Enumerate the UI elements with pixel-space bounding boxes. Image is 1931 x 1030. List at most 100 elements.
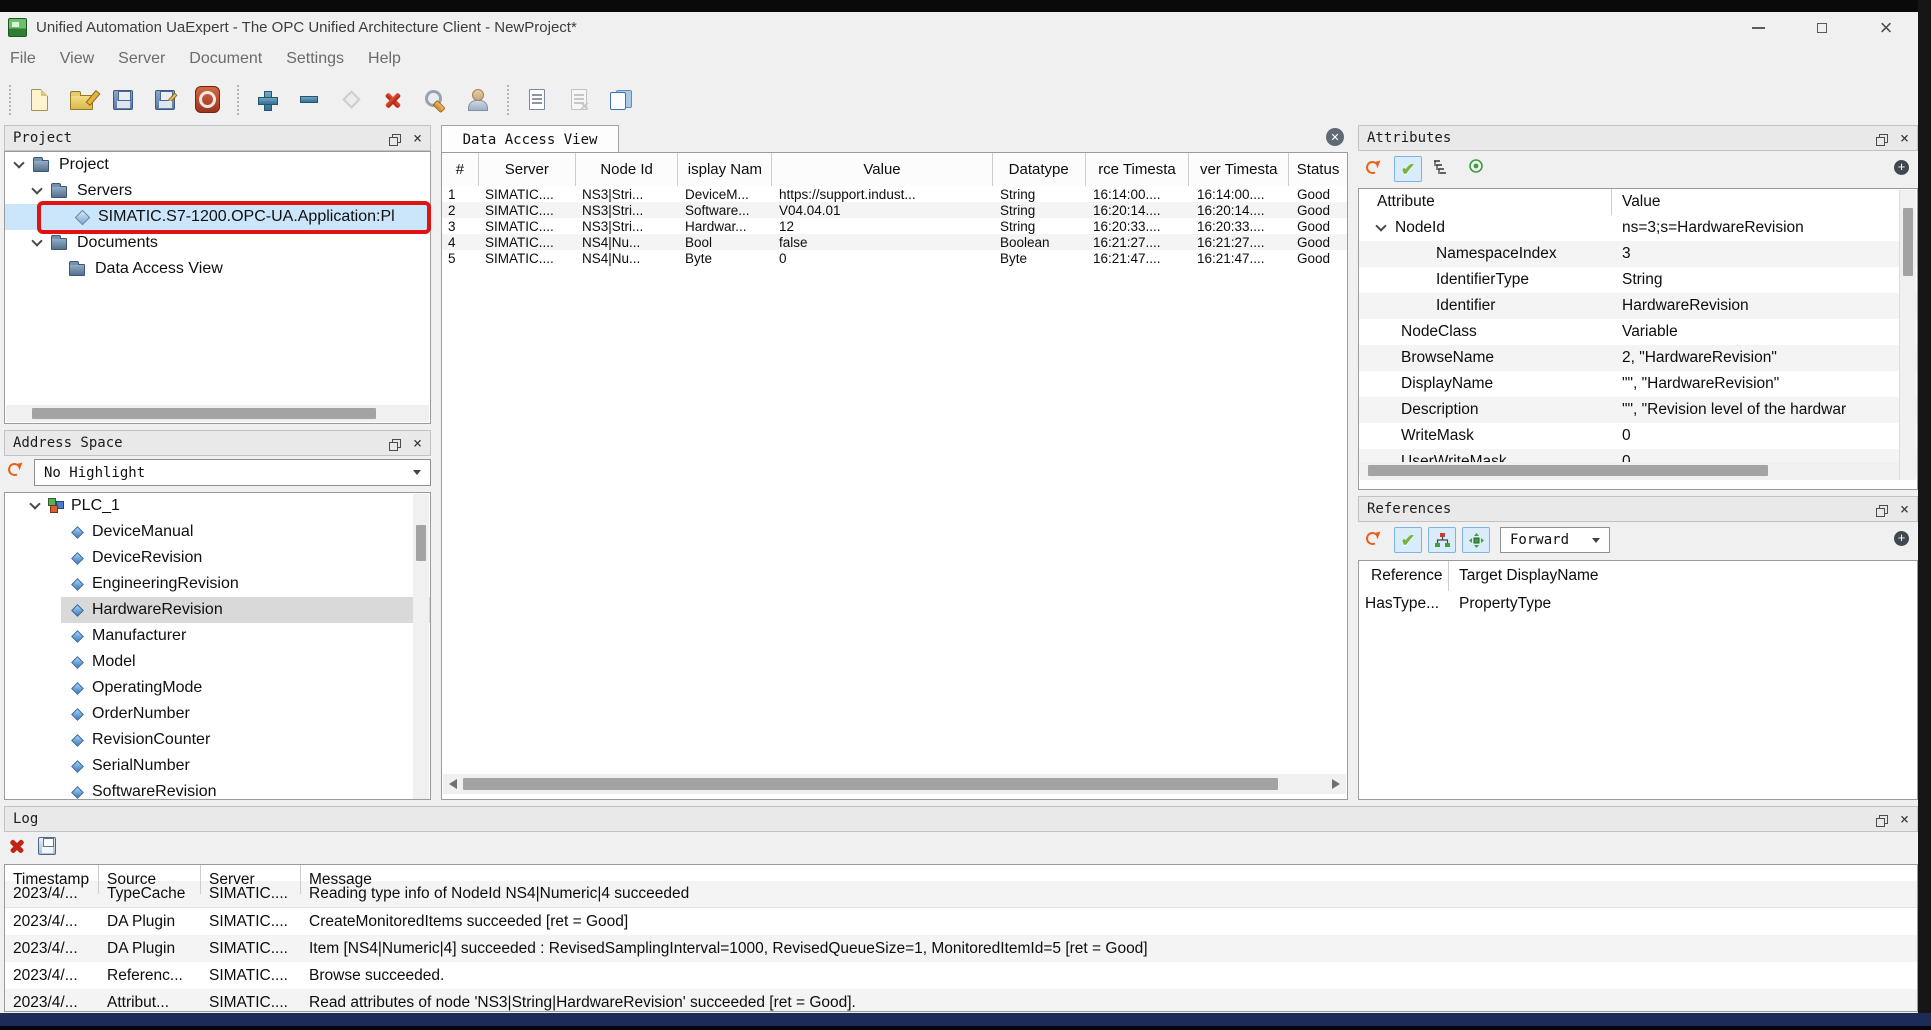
menu-server[interactable]: Server [106,50,177,68]
project-panel-header[interactable]: Project × [4,125,431,151]
references-hierarchical-toggle[interactable] [1428,527,1456,553]
col-header-server[interactable]: Server [479,153,576,186]
horizontal-scrollbar[interactable] [443,774,1346,794]
scroll-right-arrow[interactable] [1332,779,1340,789]
scrollbar-thumb[interactable] [32,408,376,419]
log-row[interactable]: 2023/4/... DA Plugin SIMATIC.... CreateM… [5,908,1917,935]
attribute-row[interactable]: BrowseName 2, "HardwareRevision" [1359,345,1917,371]
col-header-nodeid[interactable]: Node Id [576,153,679,186]
expander-icon[interactable] [13,157,24,168]
dav-row[interactable]: 4 SIMATIC.... NS4|Nu... Bool false Boole… [442,234,1347,250]
save-project-button[interactable] [108,82,138,118]
attribute-row[interactable]: NodeId ns=3;s=HardwareRevision [1359,215,1917,241]
scrollbar-thumb[interactable] [416,525,426,561]
highlight-mode-select[interactable]: No Highlight [34,459,431,486]
attribute-row[interactable]: WriteMask 0 [1359,423,1917,449]
col-header-reference[interactable]: Reference [1359,561,1449,591]
minimize-button[interactable] [1726,12,1790,43]
menu-settings[interactable]: Settings [274,50,356,68]
references-refresh-button[interactable] [1366,532,1379,545]
col-header-server-timestamp[interactable]: ver Timesta [1189,153,1289,186]
server-settings-button[interactable] [420,82,450,118]
tree-item-revisioncounter[interactable]: RevisionCounter [5,727,430,753]
close-panel-icon[interactable]: × [1900,812,1909,827]
tree-item-project[interactable]: Project [5,152,430,178]
col-header-source-timestamp[interactable]: rce Timesta [1086,153,1190,186]
scroll-left-arrow[interactable] [449,779,457,789]
scrollbar-thumb[interactable] [463,778,1278,790]
col-header-displayname[interactable]: isplay Nam [678,153,772,186]
document-report-button[interactable] [522,82,552,118]
tree-item-serialnumber[interactable]: SerialNumber [5,753,430,779]
col-header-value[interactable]: Value [772,153,993,186]
expander-icon[interactable] [29,498,40,509]
save-as-button[interactable] [150,82,180,118]
tree-item-server-simatic[interactable]: SIMATIC.S7-1200.OPC-UA.Application:Pl [5,204,430,230]
col-header-attribute[interactable]: Attribute [1359,189,1612,215]
menu-file[interactable]: File [0,50,48,68]
col-header-num[interactable]: # [442,153,479,186]
tree-item-ordernumber[interactable]: OrderNumber [5,701,430,727]
float-panel-icon[interactable] [1879,134,1888,143]
attribute-row[interactable]: IdentifierType String [1359,267,1917,293]
float-panel-icon[interactable] [392,134,401,143]
address-space-panel-header[interactable]: Address Space × [4,430,431,456]
attribute-row[interactable]: NamespaceIndex 3 [1359,241,1917,267]
close-panel-icon[interactable]: × [413,131,422,146]
tree-item-operatingmode[interactable]: OperatingMode [5,675,430,701]
change-user-button[interactable] [462,82,492,118]
col-header-datatype[interactable]: Datatype [993,153,1086,186]
delete-button[interactable] [378,82,408,118]
attributes-auto-update-toggle[interactable]: ✔ [1394,156,1422,182]
references-follow-toggle[interactable] [1462,527,1490,553]
tree-item-engineeringrevision[interactable]: EngineeringRevision [5,571,430,597]
attribute-row[interactable]: DisplayName "", "HardwareRevision" [1359,371,1917,397]
tree-item-hardwarerevision-selected[interactable]: HardwareRevision [5,597,430,623]
new-document-button[interactable] [24,82,54,118]
horizontal-scrollbar[interactable] [1360,462,1900,480]
vertical-scrollbar[interactable] [413,494,429,799]
tree-item-devicemanual[interactable]: DeviceManual [5,519,430,545]
float-panel-icon[interactable] [1879,505,1888,514]
vertical-scrollbar[interactable] [1899,190,1916,480]
log-row[interactable]: 2023/4/... Referenc... SIMATIC.... Brows… [5,962,1917,989]
titlebar[interactable]: Unified Automation UaExpert - The OPC Un… [0,12,1918,43]
log-row[interactable]: 2023/4/... Attribut... SIMATIC.... Read … [5,989,1917,1012]
log-panel-header[interactable]: Log × [4,806,1918,832]
save-log-button[interactable] [38,837,56,855]
close-view-button[interactable]: ✕ [1326,128,1344,146]
horizontal-scrollbar[interactable] [6,405,429,422]
address-space-refresh-button[interactable] [8,463,21,476]
tree-item-devicerevision[interactable]: DeviceRevision [5,545,430,571]
clear-log-button[interactable] [8,837,26,855]
attributes-add-button[interactable]: + [1894,160,1909,175]
tab-data-access-view[interactable]: Data Access View [441,125,619,153]
open-project-button[interactable] [66,82,96,118]
add-document-button[interactable] [606,82,636,118]
col-header-value[interactable]: Value [1612,193,1917,211]
dav-row[interactable]: 3 SIMATIC.... NS3|Stri... Hardwar... 12 … [442,218,1347,234]
log-row[interactable]: 2023/4/... DA Plugin SIMATIC.... Item [N… [5,935,1917,962]
disconnect-server-button[interactable] [192,82,222,118]
tree-item-softwarerevision[interactable]: SoftwareRevision [5,779,430,800]
menu-view[interactable]: View [48,50,106,68]
col-header-status[interactable]: Status [1289,153,1347,186]
float-panel-icon[interactable] [1879,815,1888,824]
dav-row[interactable]: 1 SIMATIC.... NS3|Stri... DeviceM... htt… [442,186,1347,202]
log-row-clipped[interactable]: 2023/4/... TypeCache SIMATIC.... Reading… [5,881,1917,908]
scrollbar-thumb[interactable] [1368,465,1768,476]
float-panel-icon[interactable] [392,439,401,448]
tree-item-data-access-view[interactable]: Data Access View [5,256,430,282]
close-panel-icon[interactable]: × [1900,131,1909,146]
attributes-panel-header[interactable]: Attributes × [1358,125,1918,151]
attributes-highlight-target-button[interactable] [1468,158,1484,174]
expander-icon[interactable] [31,183,42,194]
attribute-row[interactable]: Description "", "Revision level of the h… [1359,397,1917,423]
attributes-collapse-button[interactable] [1432,158,1450,176]
close-panel-icon[interactable]: × [1900,502,1909,517]
restore-button[interactable] [1790,12,1854,43]
attribute-row[interactable]: NodeClass Variable [1359,319,1917,345]
col-header-target-displayname[interactable]: Target DisplayName [1449,567,1917,585]
expander-icon[interactable] [1375,220,1386,231]
dav-row[interactable]: 2 SIMATIC.... NS3|Stri... Software... V0… [442,202,1347,218]
